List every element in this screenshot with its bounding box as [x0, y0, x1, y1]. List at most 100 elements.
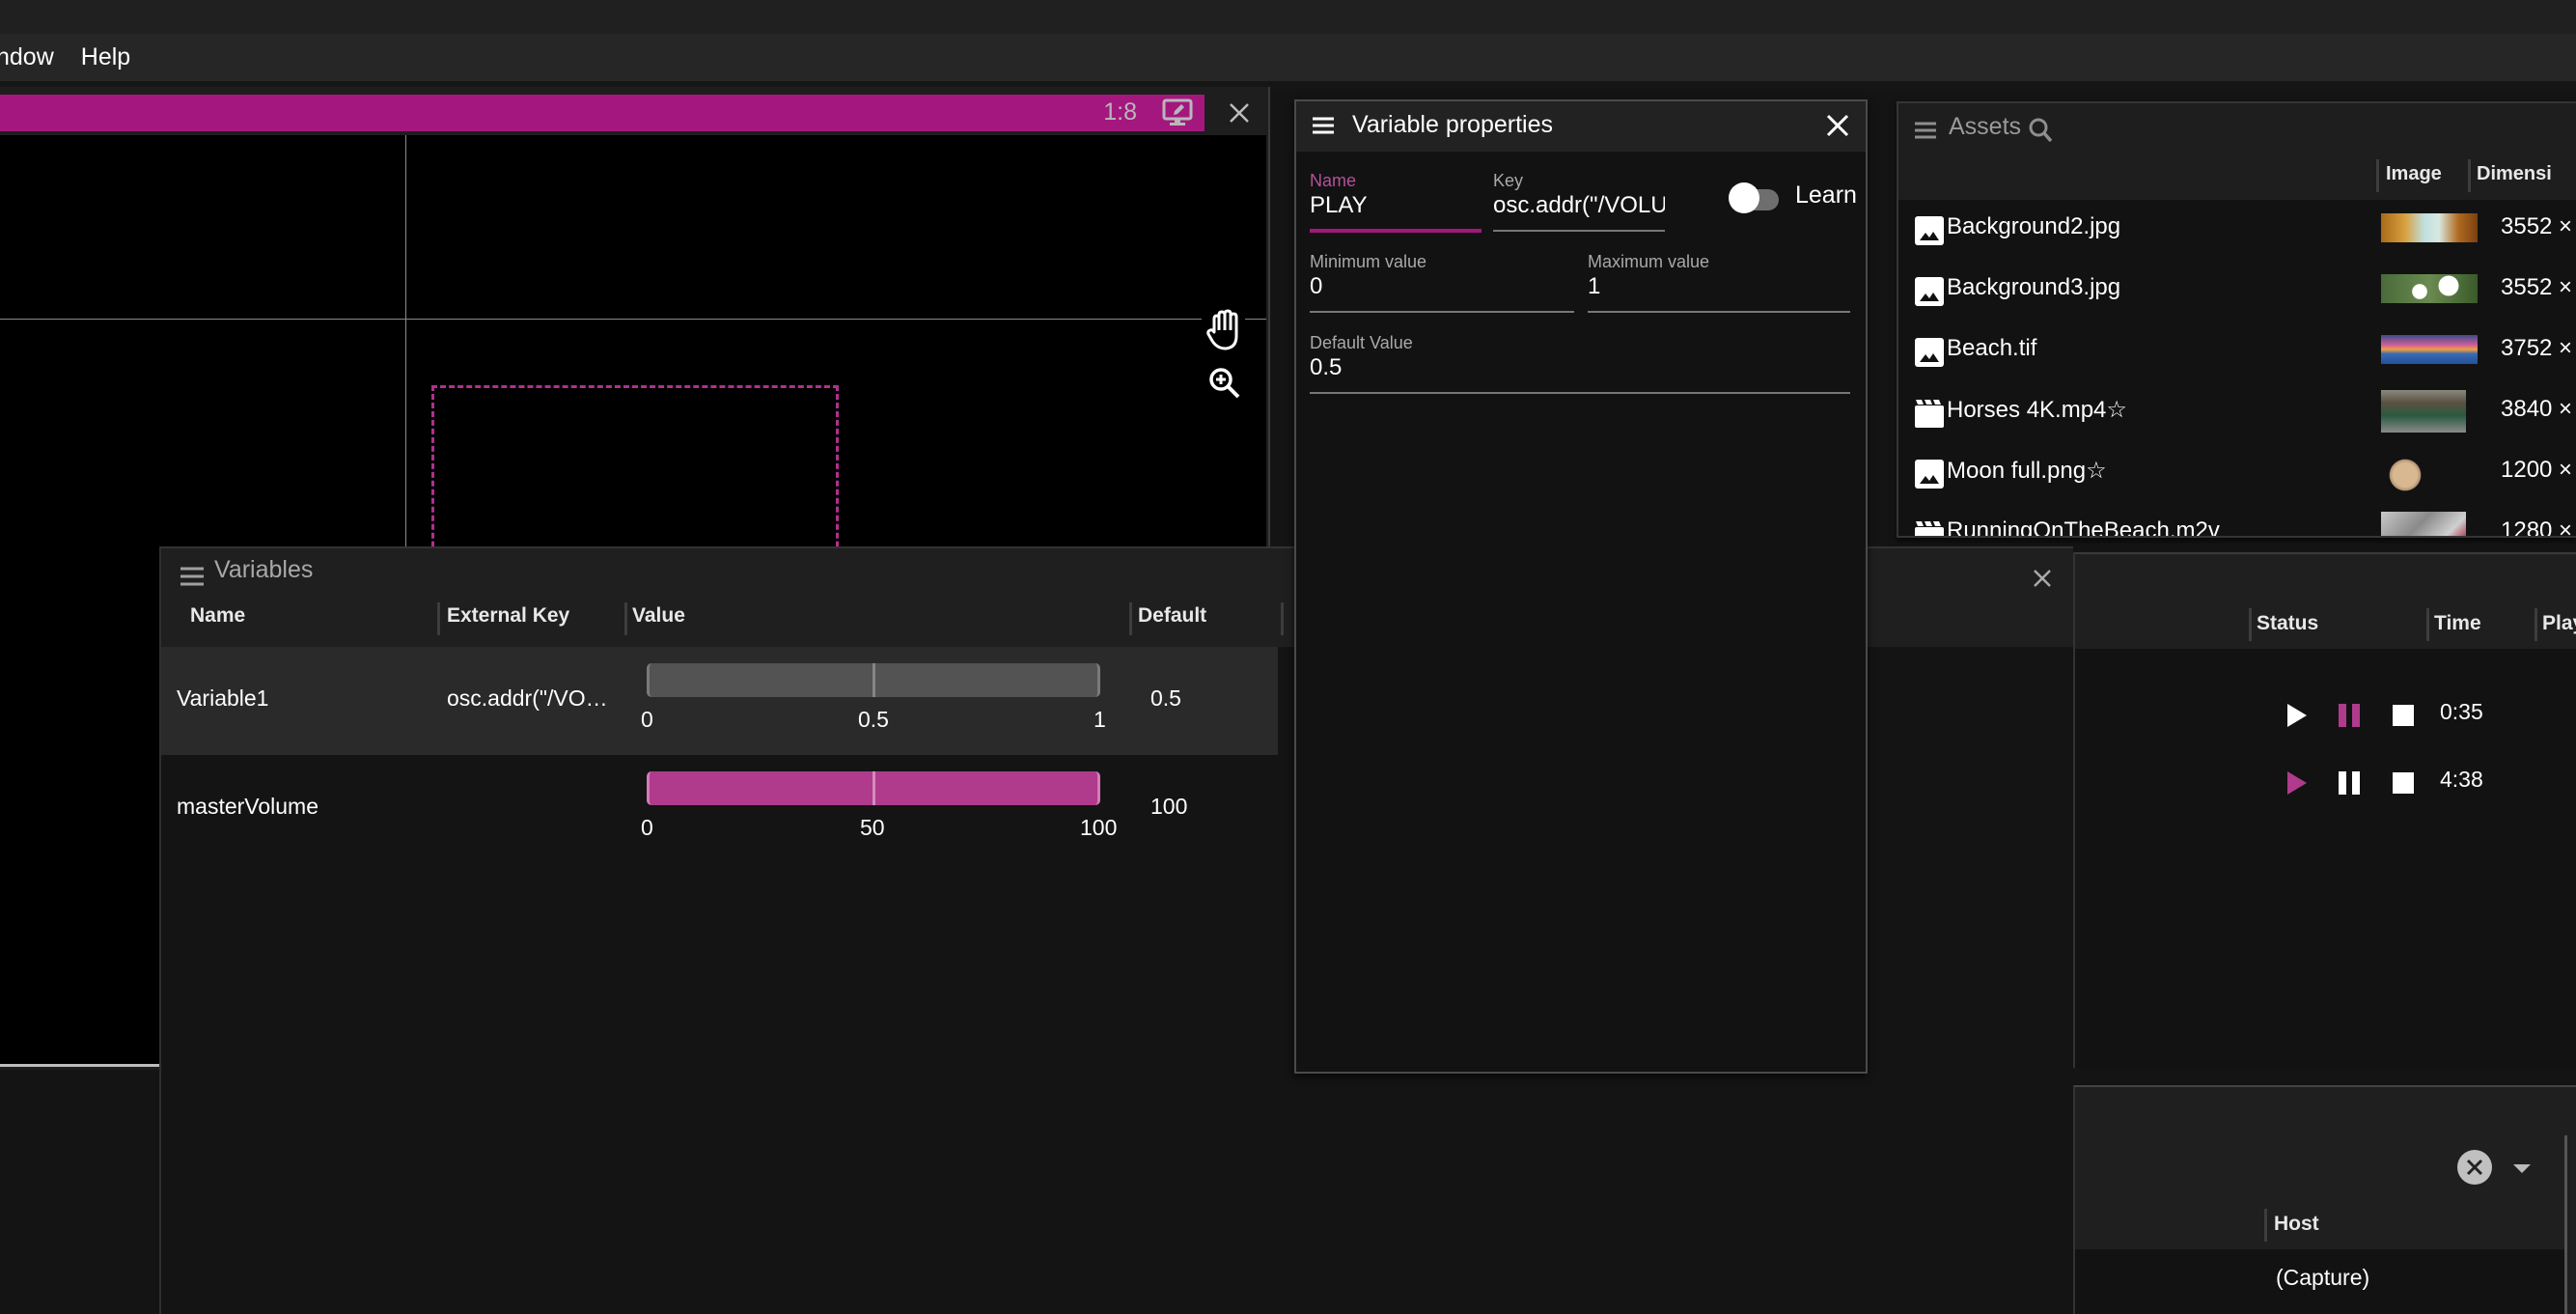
- variable-row[interactable]: masterVolume 0 50 100 100: [161, 755, 1278, 863]
- playback-row[interactable]: 4:38: [2075, 749, 2576, 817]
- asset-thumbnail: [2381, 213, 2478, 242]
- asset-row[interactable]: Horses 4K.mp4☆ 3840 ×: [1898, 384, 2576, 445]
- playback-panel: Status Time Play 0:35 4:38: [2073, 552, 2576, 1068]
- learn-toggle[interactable]: [1729, 182, 1781, 213]
- hamburger-menu-icon[interactable]: [179, 564, 206, 589]
- hamburger-menu-icon[interactable]: [1914, 121, 1937, 140]
- video-file-icon: [1914, 519, 1945, 536]
- slider-max-label: 100: [1080, 815, 1118, 840]
- asset-row[interactable]: Background3.jpg 3552 ×: [1898, 263, 2576, 323]
- asset-dimensions: 3552 ×: [2501, 213, 2573, 239]
- zoom-in-icon[interactable]: [1208, 367, 1241, 400]
- max-field-label: Maximum value: [1588, 252, 1710, 271]
- asset-thumbnail: [2381, 512, 2466, 536]
- menu-window[interactable]: ndow: [0, 43, 54, 71]
- slider-midpoint: [873, 771, 875, 805]
- hamburger-menu-icon[interactable]: [1312, 115, 1335, 136]
- variables-close-button[interactable]: [2026, 562, 2059, 595]
- monitor-edit-icon[interactable]: [1162, 98, 1193, 127]
- name-input[interactable]: [1310, 192, 1503, 219]
- column-header-image[interactable]: Image: [2386, 163, 2442, 185]
- timeline-divider: [0, 1064, 160, 1067]
- chevron-down-icon[interactable]: [2513, 1164, 2531, 1173]
- preview-close-button[interactable]: [1220, 95, 1259, 131]
- asset-name: Beach.tif: [1947, 335, 2037, 361]
- menubar: ndow Help: [0, 34, 2576, 81]
- column-resize-handle[interactable]: [2426, 608, 2429, 641]
- pause-icon[interactable]: [2338, 770, 2361, 796]
- column-header-default[interactable]: Default: [1138, 604, 1206, 628]
- playback-header: Status Time Play: [2075, 552, 2576, 649]
- asset-row[interactable]: Background2.jpg 3552 ×: [1898, 202, 2576, 263]
- image-file-icon: [1914, 459, 1945, 489]
- column-resize-handle[interactable]: [2376, 159, 2379, 192]
- window-title-strip: [0, 0, 2576, 34]
- panel-title: Variable properties: [1352, 111, 1553, 138]
- asset-name: Background3.jpg: [1947, 274, 2121, 300]
- asset-row[interactable]: Moon full.png☆ 1200 ×: [1898, 445, 2576, 506]
- play-icon[interactable]: [2285, 703, 2309, 728]
- slider-max-label: 1: [1094, 707, 1106, 732]
- column-resize-handle[interactable]: [2264, 1209, 2267, 1242]
- asset-thumbnail: [2381, 451, 2429, 499]
- column-header-external-key[interactable]: External Key: [447, 604, 569, 628]
- variable-row[interactable]: Variable1 osc.addr("/VO… 0 0.5 1 0.5: [161, 647, 1278, 755]
- column-header-status[interactable]: Status: [2257, 612, 2318, 635]
- variable-properties-panel: Variable properties Name Key Learn Minim…: [1294, 99, 1868, 1074]
- key-field-label: Key: [1493, 171, 1524, 190]
- panel-divider[interactable]: [2564, 1135, 2567, 1314]
- column-header-value[interactable]: Value: [632, 604, 685, 628]
- asset-name: Moon full.png☆: [1947, 458, 2107, 484]
- search-icon[interactable]: [2028, 117, 2053, 144]
- column-header-time[interactable]: Time: [2434, 612, 2481, 635]
- key-input[interactable]: [1493, 192, 1665, 219]
- properties-close-button[interactable]: [1825, 113, 1850, 138]
- asset-dimensions: 1200 ×: [2501, 457, 2573, 483]
- crosshair-horizontal-end: [1245, 319, 1266, 320]
- menu-help[interactable]: Help: [81, 43, 130, 71]
- asset-dimensions: 3840 ×: [2501, 396, 2573, 422]
- value-slider[interactable]: [647, 771, 1100, 805]
- toggle-knob: [1729, 182, 1759, 213]
- asset-row[interactable]: RunningOnTheBeach.m2v 1280 ×: [1898, 506, 2576, 538]
- column-resize-handle[interactable]: [624, 602, 627, 635]
- asset-row[interactable]: Beach.tif 3752 ×: [1898, 323, 2576, 384]
- min-value-input[interactable]: [1310, 273, 1541, 300]
- stop-icon[interactable]: [2392, 703, 2415, 728]
- close-icon: [2034, 570, 2051, 587]
- column-resize-handle[interactable]: [2468, 159, 2471, 192]
- default-value-input[interactable]: [1310, 354, 1696, 381]
- column-header-dimensions[interactable]: Dimensi: [2477, 163, 2552, 185]
- asset-name: Horses 4K.mp4☆: [1947, 397, 2127, 423]
- play-icon[interactable]: [2285, 770, 2309, 796]
- default-field-label: Default Value: [1310, 333, 1413, 352]
- playback-row[interactable]: 0:35: [2075, 682, 2576, 749]
- column-resize-handle[interactable]: [1281, 602, 1284, 635]
- column-resize-handle[interactable]: [2249, 608, 2252, 641]
- stop-icon[interactable]: [2392, 770, 2415, 796]
- hand-pan-icon[interactable]: [1206, 309, 1241, 351]
- max-value-input[interactable]: [1588, 273, 1819, 300]
- slider-min-label: 0: [641, 815, 653, 840]
- playback-time: 0:35: [2440, 699, 2483, 724]
- column-header-play[interactable]: Play: [2542, 612, 2576, 635]
- clear-filter-button[interactable]: [2457, 1150, 2492, 1185]
- column-resize-handle[interactable]: [2534, 608, 2537, 641]
- close-icon: [1826, 114, 1849, 137]
- column-resize-handle[interactable]: [437, 602, 440, 635]
- column-header-name[interactable]: Name: [190, 604, 245, 628]
- column-resize-handle[interactable]: [1129, 602, 1132, 635]
- asset-name: RunningOnTheBeach.m2v: [1947, 517, 2220, 538]
- slider-min-label: 0: [641, 707, 653, 732]
- min-field-underline: [1310, 311, 1574, 313]
- column-header-host[interactable]: Host: [2274, 1213, 2319, 1236]
- close-icon: [2466, 1159, 2483, 1176]
- sources-panel: Host (Capture): [2073, 1085, 2576, 1314]
- asset-thumbnail: [2381, 335, 2478, 364]
- value-slider[interactable]: [647, 663, 1100, 697]
- zoom-ratio: 1:8: [1103, 98, 1137, 126]
- host-cell[interactable]: (Capture): [2276, 1265, 2369, 1291]
- panel-title: Assets: [1949, 113, 2022, 140]
- min-field-label: Minimum value: [1310, 252, 1427, 271]
- pause-icon[interactable]: [2338, 703, 2361, 728]
